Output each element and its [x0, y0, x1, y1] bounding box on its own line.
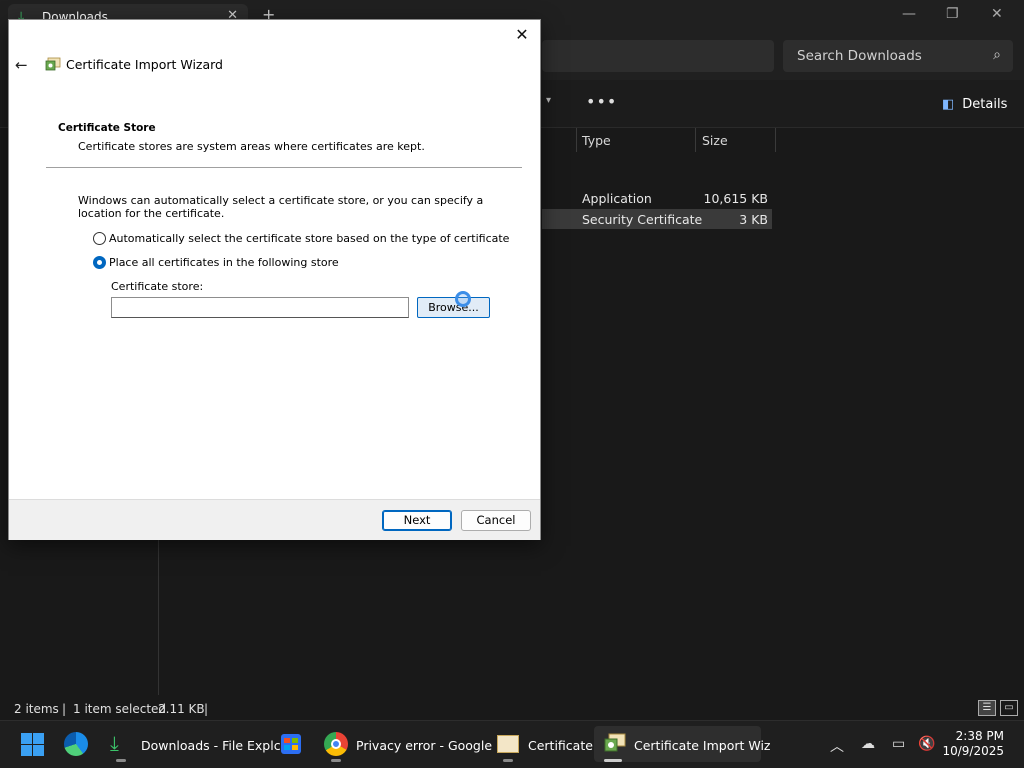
clock-date: 10/9/2025: [942, 744, 1004, 758]
store-description: Windows can automatically select a certi…: [78, 194, 484, 220]
certificate-store-label: Certificate store:: [111, 280, 204, 293]
restore-icon[interactable]: ❐: [946, 6, 959, 22]
close-icon[interactable]: ✕: [512, 25, 532, 45]
navigation-pane-divider[interactable]: [158, 540, 159, 695]
file-size: 3 KB: [739, 212, 768, 227]
running-indicator: [503, 759, 513, 762]
file-explorer-downloads-icon[interactable]: ⤓: [110, 731, 119, 755]
tiles-view-icon[interactable]: ▭: [1000, 700, 1018, 716]
chevron-down-icon[interactable]: ▾: [546, 95, 551, 106]
address-field[interactable]: [542, 40, 774, 72]
busy-cursor-icon: [455, 291, 471, 307]
status-bar: 2 items | 1 item selected 2.11 KB |: [0, 696, 1024, 720]
search-box[interactable]: Search Downloads ⌕: [783, 40, 1013, 72]
page-subheading: Certificate stores are system areas wher…: [78, 140, 425, 153]
chevron-up-icon[interactable]: ︿: [830, 736, 844, 756]
certificate-window-icon[interactable]: [497, 735, 519, 753]
edge-browser-icon[interactable]: [64, 732, 88, 756]
radio-label[interactable]: Automatically select the certificate sto…: [109, 232, 509, 245]
minimize-icon[interactable]: —: [902, 6, 916, 22]
taskbar-item-file-explorer[interactable]: Downloads - File Explc: [141, 738, 281, 753]
file-type: Security Certificate: [582, 212, 703, 227]
taskbar-item-certificate[interactable]: Certificate: [528, 738, 593, 753]
status-divider: |: [62, 702, 67, 716]
header-divider: [46, 167, 522, 168]
column-separator[interactable]: [775, 128, 776, 152]
selection-count: 1 item selected: [73, 702, 167, 716]
next-button[interactable]: Next: [382, 510, 452, 531]
radio-label[interactable]: Place all certificates in the following …: [109, 256, 339, 269]
chrome-browser-icon[interactable]: [324, 732, 348, 756]
clock-time: 2:38 PM: [955, 729, 1004, 743]
network-icon[interactable]: ▭: [892, 736, 905, 752]
search-icon[interactable]: ⌕: [993, 47, 1001, 63]
details-pane-button[interactable]: ◧ Details: [942, 97, 1007, 112]
taskbar-item-certificate-wizard[interactable]: Certificate Import Wiz: [634, 738, 770, 753]
certificate-import-wizard: ✕ ← Certificate Import Wizard Certificat…: [8, 19, 541, 540]
taskbar-item-chrome[interactable]: Privacy error - Google: [356, 738, 492, 753]
certificate-icon: [45, 57, 61, 71]
details-pane-icon: ◧: [942, 97, 955, 112]
status-divider: |: [204, 702, 209, 716]
certificate-wizard-icon[interactable]: [604, 733, 626, 753]
onedrive-offline-icon[interactable]: ☁: [861, 736, 875, 752]
running-indicator: [331, 759, 341, 762]
radio-button-checked[interactable]: [93, 256, 106, 269]
active-indicator: [604, 759, 622, 762]
radio-button[interactable]: [93, 232, 106, 245]
wizard-title: Certificate Import Wizard: [66, 57, 223, 72]
page-heading: Certificate Store: [58, 122, 156, 134]
browse-button[interactable]: Browse...: [417, 297, 490, 318]
column-separator[interactable]: [695, 128, 696, 152]
file-type: Application: [582, 191, 652, 206]
file-size: 10,615 KB: [703, 191, 768, 206]
windows-start-icon[interactable]: [21, 733, 44, 756]
search-input[interactable]: Search Downloads: [797, 48, 922, 64]
file-row-certificate[interactable]: Security Certificate 3 KB: [542, 209, 772, 229]
more-options-button[interactable]: •••: [586, 92, 617, 111]
column-separator[interactable]: [576, 128, 577, 152]
column-header-type[interactable]: Type: [582, 133, 611, 148]
microsoft-store-icon[interactable]: [281, 734, 301, 754]
certificate-store-input[interactable]: [111, 297, 409, 318]
running-indicator: [116, 759, 126, 762]
details-view-icon[interactable]: ☰: [978, 700, 996, 716]
column-header-size[interactable]: Size: [702, 133, 728, 148]
system-clock[interactable]: 2:38 PM 10/9/2025: [940, 729, 1004, 759]
file-row-application[interactable]: Application 10,615 KB: [542, 188, 772, 208]
volume-muted-icon[interactable]: 🔇: [918, 736, 935, 752]
cancel-button[interactable]: Cancel: [461, 510, 531, 531]
details-label: Details: [962, 97, 1008, 112]
selection-size: 2.11 KB: [158, 702, 205, 716]
close-icon[interactable]: ✕: [991, 6, 1003, 22]
back-arrow-icon[interactable]: ←: [15, 56, 28, 74]
item-count: 2 items: [14, 702, 59, 716]
